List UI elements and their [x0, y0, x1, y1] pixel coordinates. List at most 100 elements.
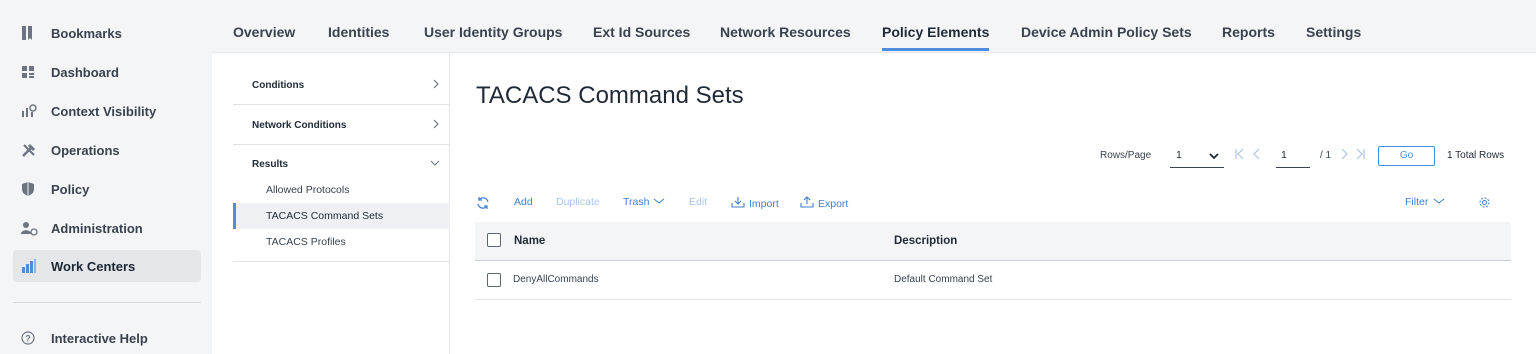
next-page-icon[interactable] — [1339, 148, 1349, 163]
tab-label: Identities — [328, 24, 390, 40]
nav-item-label: Work Centers — [51, 258, 136, 274]
policy-icon — [13, 181, 51, 197]
edit-label: Edit — [689, 196, 708, 208]
chevron-right-icon — [432, 79, 440, 92]
context-visibility-icon — [13, 103, 51, 119]
filter-button[interactable]: Filter — [1405, 196, 1446, 208]
total-rows: 1 Total Rows — [1447, 150, 1505, 161]
import-button[interactable]: Import — [731, 196, 779, 211]
nav-item-label: Operations — [51, 142, 120, 158]
policy-elements-subnav: Conditions Network Conditions Results Al… — [233, 53, 450, 354]
column-header-name[interactable]: Name — [514, 235, 545, 247]
nav-item-label: Bookmarks — [51, 25, 122, 41]
row-checkbox[interactable] — [487, 273, 501, 287]
subnav-conditions[interactable]: Conditions — [233, 65, 450, 105]
page-number-input[interactable]: 1 — [1276, 146, 1310, 168]
chevron-down-icon — [653, 196, 665, 208]
nav-item-label: Context Visibility — [51, 103, 157, 119]
subnav-item-tacacs-command-sets[interactable]: TACACS Command Sets — [233, 203, 450, 229]
tab-label: Settings — [1306, 24, 1362, 40]
subnav-item-allowed-protocols[interactable]: Allowed Protocols — [233, 177, 450, 203]
import-label: Import — [749, 197, 779, 210]
trash-label: Trash — [623, 196, 650, 208]
tab-user-identity-groups[interactable]: User Identity Groups — [424, 0, 562, 53]
help-icon: ? — [13, 331, 51, 345]
subnav-network-conditions[interactable]: Network Conditions — [233, 105, 450, 145]
subnav-divider — [233, 261, 450, 262]
tab-label: Policy Elements — [882, 24, 990, 40]
tab-label: Reports — [1222, 24, 1275, 40]
table-settings-button[interactable] — [1478, 196, 1491, 212]
tab-label: User Identity Groups — [424, 24, 563, 40]
tab-network-resources[interactable]: Network Resources — [720, 0, 851, 53]
column-header-description[interactable]: Description — [894, 235, 957, 247]
add-button[interactable]: Add — [514, 196, 533, 208]
refresh-button[interactable] — [476, 196, 490, 213]
export-icon — [800, 196, 814, 211]
edit-button[interactable]: Edit — [689, 196, 707, 208]
subnav-label: Conditions — [252, 79, 305, 91]
tab-overview[interactable]: Overview — [233, 0, 295, 53]
page-title: TACACS Command Sets — [476, 82, 744, 109]
nav-divider — [13, 302, 201, 303]
nav-item-label: Interactive Help — [51, 330, 148, 346]
import-icon — [731, 196, 745, 211]
subnav-item-tacacs-profiles[interactable]: TACACS Profiles — [233, 229, 450, 255]
nav-item-interactive-help[interactable]: ? Interactive Help — [13, 322, 201, 354]
nav-item-dashboard[interactable]: Dashboard — [13, 56, 201, 88]
nav-item-bookmarks[interactable]: Bookmarks — [13, 17, 201, 49]
duplicate-label: Duplicate — [556, 196, 600, 208]
export-button[interactable]: Export — [800, 196, 848, 211]
tab-settings[interactable]: Settings — [1306, 0, 1361, 53]
export-label: Export — [818, 197, 849, 210]
previous-page-icon[interactable] — [1252, 148, 1262, 163]
tab-ext-id-sources[interactable]: Ext Id Sources — [593, 0, 690, 53]
top-tab-bar: Overview Identities User Identity Groups… — [212, 0, 1536, 53]
chevron-down-icon — [1208, 149, 1220, 167]
gear-icon — [1478, 196, 1491, 212]
chevron-right-icon — [432, 119, 440, 132]
go-button[interactable]: Go — [1378, 146, 1435, 166]
row-name[interactable]: DenyAllCommands — [513, 274, 599, 285]
svg-text:?: ? — [25, 334, 31, 344]
left-navigation: Bookmarks Dashboard Context Visibility O… — [0, 0, 212, 354]
app: Bookmarks Dashboard Context Visibility O… — [0, 0, 1536, 354]
bookmark-icon — [13, 25, 51, 41]
tab-policy-elements[interactable]: Policy Elements — [882, 0, 990, 53]
nav-item-context-visibility[interactable]: Context Visibility — [13, 95, 201, 127]
trash-button[interactable]: Trash — [623, 196, 665, 208]
duplicate-button[interactable]: Duplicate — [556, 196, 600, 208]
table-row[interactable]: DenyAllCommands Default Command Set — [475, 261, 1511, 300]
last-page-icon[interactable] — [1354, 148, 1366, 163]
rows-per-page-select[interactable]: 1 — [1170, 146, 1224, 168]
nav-item-work-centers[interactable]: Work Centers — [13, 250, 201, 282]
add-label: Add — [514, 196, 533, 208]
tab-label: Device Admin Policy Sets — [1021, 24, 1192, 40]
tab-label: Overview — [233, 24, 296, 40]
chevron-down-icon — [430, 159, 440, 170]
nav-item-policy[interactable]: Policy — [13, 173, 201, 205]
nav-item-label: Administration — [51, 220, 143, 236]
nav-item-operations[interactable]: Operations — [13, 134, 201, 166]
work-centers-icon — [13, 258, 51, 274]
tab-identities[interactable]: Identities — [328, 0, 389, 53]
active-tab-underline — [882, 48, 990, 51]
rows-per-page-label: Rows/Page — [1100, 150, 1152, 161]
nav-item-label: Dashboard — [51, 64, 119, 80]
nav-item-administration[interactable]: Administration — [13, 212, 201, 244]
subnav-label: Results — [252, 158, 289, 170]
tab-label: Network Resources — [720, 24, 851, 40]
chevron-down-icon — [1432, 196, 1446, 208]
nav-item-label: Policy — [51, 181, 90, 197]
row-description: Default Command Set — [894, 274, 993, 285]
tab-reports[interactable]: Reports — [1222, 0, 1275, 53]
filter-label: Filter — [1405, 196, 1429, 208]
tab-label: Ext Id Sources — [593, 24, 691, 40]
tab-device-admin-policy-sets[interactable]: Device Admin Policy Sets — [1021, 0, 1192, 53]
administration-icon — [13, 220, 51, 236]
page-count: / 1 — [1320, 150, 1332, 161]
operations-icon — [13, 142, 51, 158]
table-header: Name Description — [475, 222, 1511, 261]
select-all-checkbox[interactable] — [487, 233, 501, 247]
first-page-icon[interactable] — [1234, 148, 1246, 163]
